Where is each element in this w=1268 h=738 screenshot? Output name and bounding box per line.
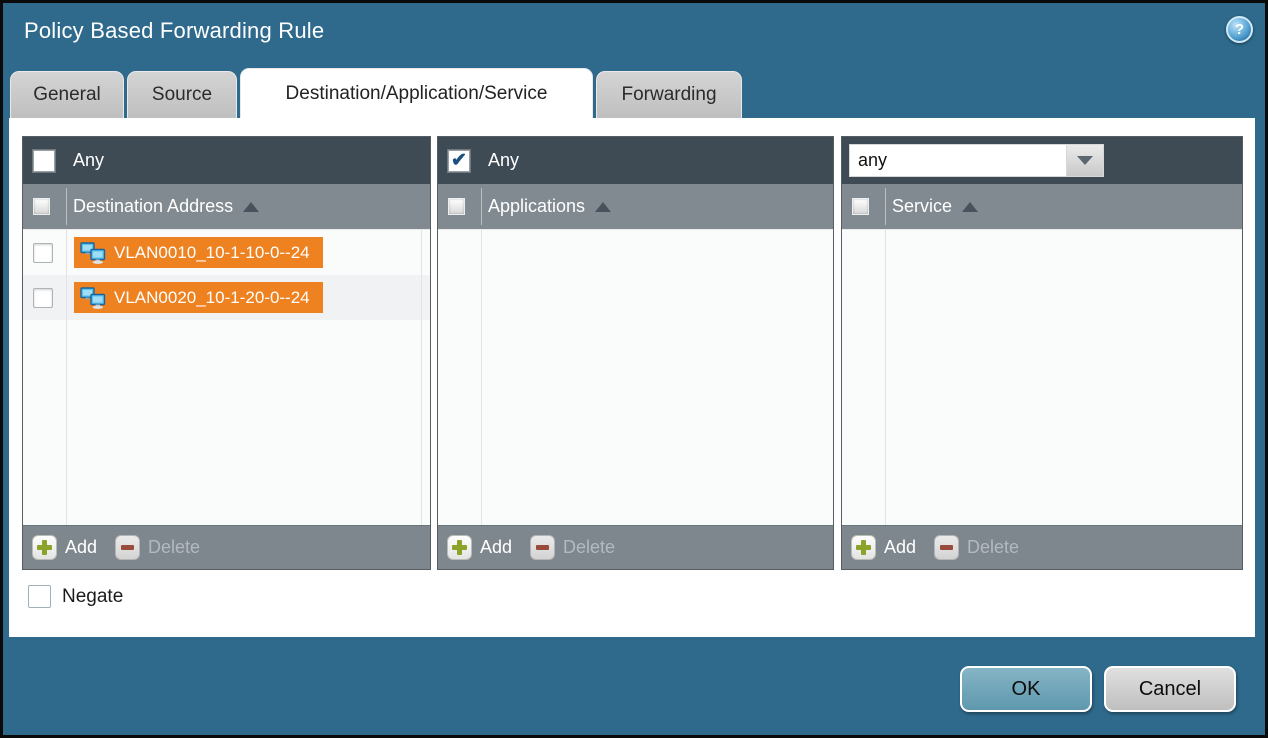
service-mode-value: any — [849, 144, 1067, 177]
destination-column-header[interactable]: Destination Address — [23, 184, 430, 230]
delete-label: Delete — [563, 537, 615, 558]
tab-forwarding[interactable]: Forwarding — [596, 71, 742, 118]
destination-any-bar: Any — [23, 137, 430, 184]
delete-label: Delete — [148, 537, 200, 558]
cancel-button[interactable]: Cancel — [1104, 666, 1236, 712]
destination-address-panel: Any Destination Address — [22, 136, 431, 570]
tab-source[interactable]: Source — [127, 71, 237, 118]
network-computers-icon — [80, 287, 106, 309]
list-item[interactable]: VLAN0010_10-1-10-0--24 — [23, 230, 430, 275]
delete-button[interactable]: Delete — [115, 535, 200, 560]
add-plus-icon — [447, 535, 472, 560]
add-label: Add — [480, 537, 512, 558]
sort-asc-icon — [595, 202, 611, 212]
dropdown-button[interactable] — [1067, 144, 1104, 177]
add-label: Add — [65, 537, 97, 558]
network-computers-icon — [80, 242, 106, 264]
address-object-chip[interactable]: VLAN0010_10-1-10-0--24 — [74, 237, 323, 268]
delete-label: Delete — [967, 537, 1019, 558]
delete-minus-icon — [530, 535, 555, 560]
address-object-chip[interactable]: VLAN0020_10-1-20-0--24 — [74, 282, 323, 313]
applications-any-checkbox[interactable] — [448, 150, 470, 172]
add-label: Add — [884, 537, 916, 558]
ok-button[interactable]: OK — [960, 666, 1092, 712]
row-checkbox[interactable] — [33, 288, 53, 308]
negate-label: Negate — [62, 586, 123, 608]
applications-column-header[interactable]: Applications — [438, 184, 833, 230]
applications-select-all-checkbox[interactable] — [448, 198, 465, 215]
applications-any-label: Any — [488, 150, 519, 171]
chevron-down-icon — [1077, 156, 1093, 165]
tab-bar: General Source Destination/Application/S… — [10, 68, 742, 118]
row-checkbox[interactable] — [33, 243, 53, 263]
applications-toolbar: Add Delete — [438, 525, 833, 569]
help-icon[interactable]: ? — [1226, 16, 1253, 43]
service-toolbar: Add Delete — [842, 525, 1242, 569]
add-button[interactable]: Add — [851, 535, 916, 560]
tab-destination-application-service[interactable]: Destination/Application/Service — [240, 68, 593, 118]
service-panel: any Service Add — [841, 136, 1243, 570]
dialog-title: Policy Based Forwarding Rule — [24, 18, 324, 44]
destination-any-checkbox[interactable] — [33, 150, 55, 172]
destination-select-all-checkbox[interactable] — [33, 198, 50, 215]
delete-minus-icon — [934, 535, 959, 560]
address-object-label: VLAN0010_10-1-10-0--24 — [114, 243, 310, 263]
delete-minus-icon — [115, 535, 140, 560]
service-mode-dropdown[interactable]: any — [849, 144, 1104, 177]
tab-label: General — [33, 84, 101, 106]
add-plus-icon — [851, 535, 876, 560]
policy-based-forwarding-dialog: Policy Based Forwarding Rule ? General S… — [0, 0, 1268, 738]
applications-list — [438, 230, 833, 525]
column-header-label: Service — [892, 196, 952, 217]
tab-general[interactable]: General — [10, 71, 124, 118]
add-button[interactable]: Add — [447, 535, 512, 560]
add-button[interactable]: Add — [32, 535, 97, 560]
list-item[interactable]: VLAN0020_10-1-20-0--24 — [23, 275, 430, 320]
destination-address-list: VLAN0010_10-1-10-0--24 — [23, 230, 430, 525]
tab-label: Forwarding — [621, 84, 716, 106]
tab-content: Any Destination Address — [9, 118, 1255, 637]
sort-asc-icon — [962, 202, 978, 212]
negate-checkbox[interactable] — [28, 585, 51, 608]
service-select-all-checkbox[interactable] — [852, 198, 869, 215]
destination-toolbar: Add Delete — [23, 525, 430, 569]
column-header-label: Applications — [488, 196, 585, 217]
delete-button[interactable]: Delete — [530, 535, 615, 560]
negate-option: Negate — [28, 585, 123, 608]
address-object-label: VLAN0020_10-1-20-0--24 — [114, 288, 310, 308]
sort-asc-icon — [243, 202, 259, 212]
tab-label: Destination/Application/Service — [286, 83, 548, 105]
tab-label: Source — [152, 84, 212, 106]
service-list — [842, 230, 1242, 525]
destination-any-label: Any — [73, 150, 104, 171]
service-column-header[interactable]: Service — [842, 184, 1242, 230]
service-mode-bar: any — [842, 137, 1242, 184]
column-header-label: Destination Address — [73, 196, 233, 217]
delete-button[interactable]: Delete — [934, 535, 1019, 560]
applications-any-bar: Any — [438, 137, 833, 184]
applications-panel: Any Applications Add Delete — [437, 136, 834, 570]
dialog-frame: Policy Based Forwarding Rule ? General S… — [3, 3, 1265, 735]
add-plus-icon — [32, 535, 57, 560]
